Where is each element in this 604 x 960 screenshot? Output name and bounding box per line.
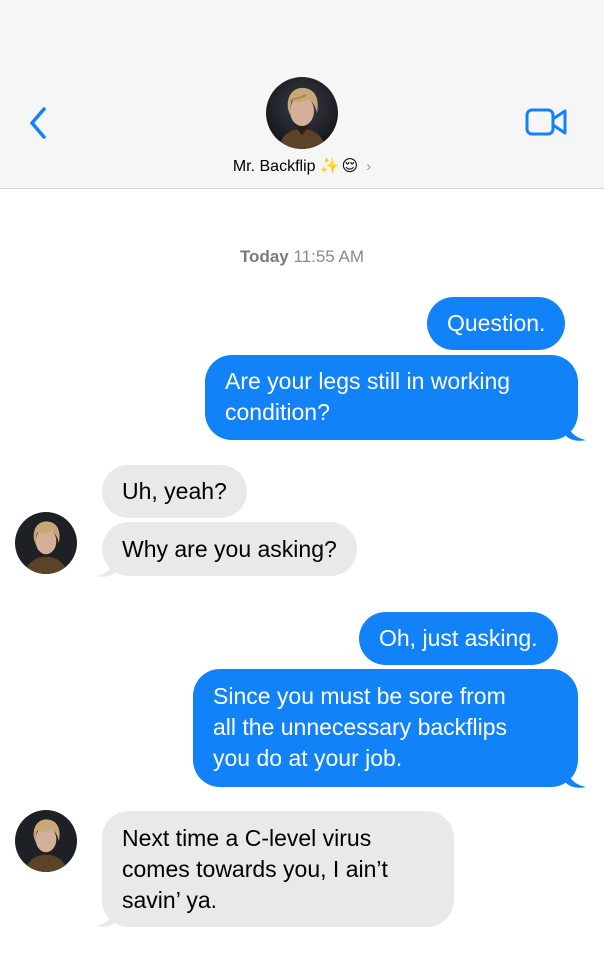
chevron-right-icon: ›: [366, 158, 372, 175]
message-bubble-outgoing[interactable]: Since you must be sore from all the unne…: [193, 669, 578, 787]
timestamp-time: 11:55 AM: [293, 247, 365, 266]
contact-name: Mr. Backflip: [232, 158, 316, 175]
contact-avatar: [266, 77, 338, 149]
thread-timestamp: Today 11:55 AM: [0, 247, 604, 267]
message-bubble-incoming[interactable]: Why are you asking?: [102, 522, 357, 576]
message-bubble-incoming[interactable]: Next time a C-level virus comes towards …: [102, 811, 454, 927]
bubble-tail-incoming: [96, 556, 116, 577]
timestamp-day: Today: [239, 247, 289, 266]
bubble-tail-incoming: [96, 906, 116, 927]
contact-info-button[interactable]: Mr. Backflip ✨ 😌 ›: [0, 77, 604, 181]
contact-name-line: Mr. Backflip ✨ 😌 ›: [0, 156, 604, 176]
message-bubble-incoming[interactable]: Uh, yeah?: [102, 465, 247, 518]
sender-avatar: [15, 512, 77, 574]
message-bubble-outgoing[interactable]: Oh, just asking.: [359, 612, 558, 665]
conversation-header: Mr. Backflip ✨ 😌 ›: [0, 0, 604, 189]
sender-avatar: [15, 810, 77, 872]
bubble-tail-outgoing: [566, 767, 586, 788]
bubble-tail-outgoing: [566, 420, 586, 441]
message-bubble-outgoing[interactable]: Question.: [427, 297, 566, 350]
message-bubble-outgoing[interactable]: Are your legs still in working condition…: [205, 355, 578, 440]
relieved-face-emoji: 😌: [341, 158, 359, 175]
sparkles-emoji: ✨: [319, 158, 340, 175]
